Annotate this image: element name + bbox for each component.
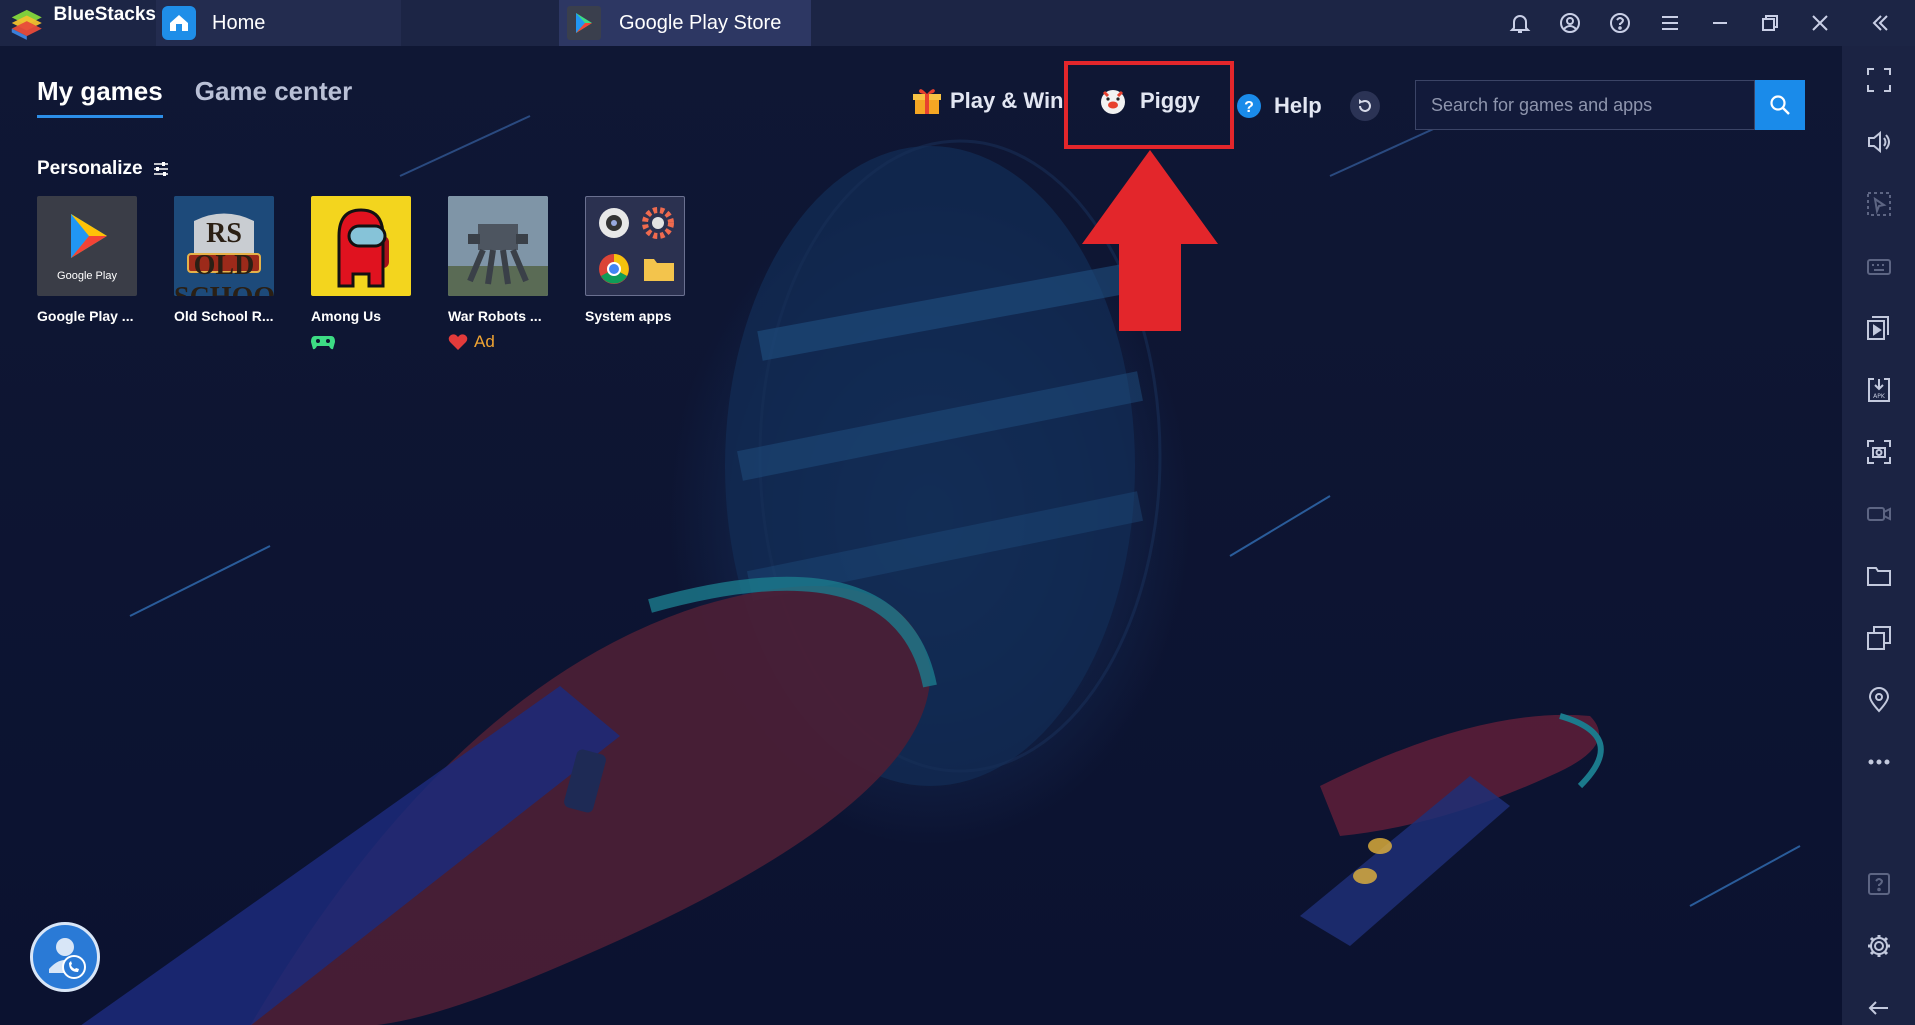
game-old-school-runescape[interactable]: RS OLD SCHOOL Old School R...	[174, 196, 274, 352]
close-icon[interactable]	[1795, 0, 1845, 46]
location-icon[interactable]	[1842, 680, 1915, 720]
refresh-icon	[1359, 99, 1371, 112]
pointer-icon[interactable]	[1842, 184, 1915, 224]
collapse-icon[interactable]	[1845, 0, 1915, 46]
system-apps-thumbnail	[585, 196, 685, 296]
keyboard-icon[interactable]	[1842, 246, 1915, 286]
tab-play-label: Google Play Store	[619, 11, 782, 34]
sliders-icon	[153, 162, 168, 176]
title-bar: BlueStacks Home Google Play Store	[0, 0, 1915, 46]
minimize-icon[interactable]	[1695, 0, 1745, 46]
tab-google-play-store[interactable]: Google Play Store	[559, 0, 811, 46]
gift-icon	[913, 89, 941, 114]
among-us-thumbnail	[311, 196, 411, 296]
game-war-robots[interactable]: War Robots ... Ad	[448, 196, 548, 352]
fullscreen-icon[interactable]	[1842, 60, 1915, 100]
more-icon[interactable]	[1842, 742, 1915, 782]
brand: BlueStacks	[0, 0, 156, 46]
account-icon[interactable]	[1545, 0, 1595, 46]
bell-icon[interactable]	[1495, 0, 1545, 46]
search-icon	[1770, 95, 1790, 115]
multi-instance-icon[interactable]	[1842, 618, 1915, 658]
piggy-icon	[1101, 90, 1125, 114]
play-and-win-label: Play & Win	[950, 88, 1064, 113]
help-button[interactable]: ? Help	[1236, 93, 1322, 119]
search-button[interactable]	[1755, 80, 1805, 130]
help-circle-icon[interactable]	[1595, 0, 1645, 46]
tab-home[interactable]: Home	[156, 0, 401, 46]
game-google-play[interactable]: Google Play Google Play ...	[37, 196, 137, 352]
volume-icon[interactable]	[1842, 122, 1915, 162]
games-grid: Google Play Google Play ... RS OLD SCHOO…	[37, 196, 685, 352]
main-area: My games Game center Personalize Google …	[0, 46, 1842, 1025]
screenshot-icon[interactable]	[1842, 432, 1915, 472]
tab-my-games[interactable]: My games	[37, 76, 163, 118]
menu-icon[interactable]	[1645, 0, 1695, 46]
refresh-button[interactable]	[1350, 91, 1380, 121]
personalize-button[interactable]: Personalize	[37, 158, 169, 180]
game-name: Among Us	[311, 308, 381, 324]
restore-icon[interactable]	[1745, 0, 1795, 46]
ad-label: Ad	[474, 332, 495, 351]
game-system-apps[interactable]: System apps	[585, 196, 685, 352]
support-agent-icon	[49, 938, 86, 979]
game-name: Old School R...	[174, 308, 274, 324]
google-play-thumb-label: Google Play	[57, 270, 117, 282]
back-icon[interactable]	[1842, 988, 1915, 1025]
game-among-us[interactable]: Among Us	[311, 196, 411, 352]
red-arrow-icon	[1082, 150, 1218, 331]
help-icon: ?	[1237, 94, 1261, 118]
play-and-win-button[interactable]: Play & Win	[912, 86, 1064, 116]
google-play-icon	[567, 6, 601, 40]
help-label: Help	[1274, 93, 1322, 118]
apk-install-icon[interactable]: APK	[1842, 370, 1915, 410]
bluestacks-logo-icon	[11, 9, 42, 40]
personalize-label: Personalize	[37, 158, 143, 179]
runescape-thumbnail: RS OLD SCHOOL	[174, 196, 274, 296]
war-robots-thumbnail	[448, 196, 548, 296]
main-tabs: My games Game center	[37, 76, 352, 118]
game-tag: Ad	[448, 332, 548, 352]
app-name: BlueStacks	[53, 4, 156, 25]
google-play-thumbnail: Google Play	[37, 196, 137, 296]
folder-icon[interactable]	[1842, 556, 1915, 596]
game-name: War Robots ...	[448, 308, 542, 324]
svg-text:APK: APK	[1873, 393, 1886, 400]
heart-icon	[448, 334, 468, 350]
search-bar	[1415, 80, 1805, 130]
home-icon	[162, 6, 196, 40]
piggy-button[interactable]: Piggy	[1098, 86, 1200, 116]
game-name: Google Play ...	[37, 308, 134, 324]
support-button[interactable]	[30, 922, 100, 992]
question-icon[interactable]	[1842, 864, 1915, 904]
record-icon[interactable]	[1842, 494, 1915, 534]
tab-game-center[interactable]: Game center	[195, 76, 353, 118]
game-tag	[311, 332, 411, 352]
game-name: System apps	[585, 308, 672, 324]
search-input[interactable]	[1415, 80, 1755, 130]
media-manager-icon[interactable]	[1842, 308, 1915, 348]
svg-text:?: ?	[1244, 99, 1254, 116]
runescape-thumb-label: RS OLD SCHOOL	[174, 218, 274, 296]
piggy-label: Piggy	[1140, 88, 1200, 113]
space-background	[81, 115, 1801, 1025]
tab-home-label: Home	[212, 11, 266, 34]
gamepad-icon	[311, 336, 335, 350]
window-controls	[1495, 0, 1915, 46]
right-sidebar: APK	[1842, 46, 1915, 1025]
settings-icon[interactable]	[1842, 926, 1915, 966]
